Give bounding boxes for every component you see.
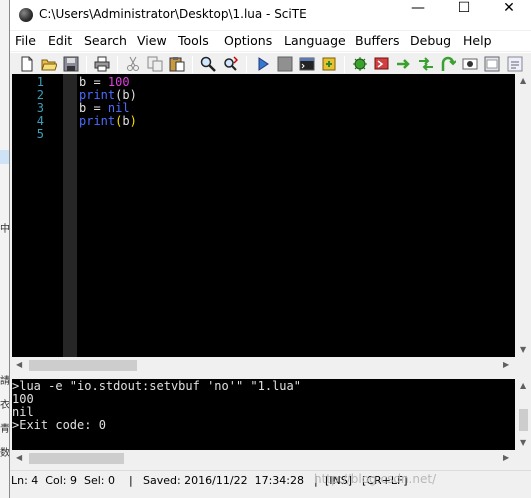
next-bookmark-icon[interactable]	[374, 56, 390, 72]
editor-vertical-scrollbar[interactable]: ▲ ▼	[515, 74, 531, 357]
new-file-icon[interactable]	[19, 56, 35, 72]
line-number: 5	[36, 127, 44, 141]
scrollbar-thumb[interactable]	[29, 360, 137, 371]
status-separator: |	[129, 474, 133, 487]
output-horizontal-scrollbar[interactable]: ◀ ▶	[12, 450, 515, 467]
menu-file[interactable]: File	[15, 33, 36, 48]
cut-icon[interactable]	[125, 56, 141, 72]
line-number-margin: 1 2 3 4 5	[12, 74, 63, 357]
scroll-down-arrow-icon[interactable]: ▼	[520, 345, 526, 354]
menu-bar: File Edit Search View Tools Options Lang…	[10, 31, 531, 51]
menu-help[interactable]: Help	[463, 33, 492, 48]
code-token: (b)	[115, 88, 137, 102]
output-line: >lua -e "io.stdout:setvbuf 'no'" "1.lua"	[12, 379, 301, 393]
bookmark-icon[interactable]	[352, 56, 368, 72]
code-token: )	[129, 114, 137, 128]
code-token: b =	[79, 101, 108, 115]
background-highlight	[0, 150, 9, 164]
scroll-right-arrow-icon[interactable]: ▶	[503, 360, 509, 369]
output-line: >Exit code: 0	[12, 418, 106, 432]
replace-icon[interactable]	[222, 56, 238, 72]
background-window-edge: 中 請 衣 青 数	[0, 0, 10, 498]
status-position: Ln: 4 Col: 9 Sel: 0	[11, 474, 115, 487]
editor-horizontal-scrollbar[interactable]: ◀ ▶	[12, 357, 515, 374]
code-token: b	[122, 114, 130, 128]
fold-margin[interactable]	[63, 74, 77, 357]
scite-window: C:\Users\Administrator\Desktop\1.lua - S…	[9, 0, 531, 498]
jump-icon[interactable]	[440, 56, 456, 72]
maximize-button[interactable]: ☐	[441, 0, 487, 30]
menu-view[interactable]: View	[137, 33, 167, 48]
menu-tools[interactable]: Tools	[178, 33, 209, 48]
toolbar	[10, 52, 531, 75]
output-vertical-scrollbar[interactable]: ▲ ▼	[515, 379, 531, 450]
scroll-up-arrow-icon[interactable]: ▲	[520, 381, 526, 390]
more-icon[interactable]	[507, 56, 523, 72]
build-icon[interactable]	[321, 56, 337, 72]
stop-icon[interactable]	[277, 56, 293, 72]
status-saved: Saved: 2016/11/22 17:34:28	[143, 474, 304, 487]
menu-search[interactable]: Search	[84, 33, 127, 48]
minimize-button[interactable]: —	[395, 0, 441, 30]
paste-icon[interactable]	[169, 56, 185, 72]
scrollbar-thumb[interactable]	[29, 453, 124, 464]
scroll-down-arrow-icon[interactable]: ▼	[520, 438, 526, 447]
menu-edit[interactable]: Edit	[48, 33, 72, 48]
code-line[interactable]: print(b)	[79, 115, 137, 128]
title-bar[interactable]: C:\Users\Administrator\Desktop\1.lua - S…	[10, 0, 531, 30]
find-icon[interactable]	[200, 56, 216, 72]
print-icon[interactable]	[94, 56, 110, 72]
code-token: print	[79, 114, 116, 128]
toggle-output-icon[interactable]	[462, 56, 478, 72]
menu-language[interactable]: Language	[284, 33, 346, 48]
scroll-left-arrow-icon[interactable]: ◀	[16, 360, 22, 369]
window-title: C:\Users\Administrator\Desktop\1.lua - S…	[39, 7, 307, 21]
code-token: 100	[107, 75, 130, 89]
menu-buffers[interactable]: Buffers	[355, 33, 399, 48]
code-editor[interactable]: 1 2 3 4 5 b = 100 print(b) b = nil print…	[12, 74, 515, 357]
previous-bookmark-icon[interactable]	[396, 56, 412, 72]
status-bar: Ln: 4 Col: 9 Sel: 0 | Saved: 2016/11/22 …	[10, 470, 531, 492]
scroll-left-arrow-icon[interactable]: ◀	[16, 453, 22, 462]
scroll-right-arrow-icon[interactable]: ▶	[503, 453, 509, 462]
scrollbar-thumb[interactable]	[519, 409, 528, 431]
scroll-up-arrow-icon[interactable]: ▲	[520, 76, 526, 85]
terminal-icon[interactable]	[299, 56, 315, 72]
compile-icon[interactable]	[255, 56, 271, 72]
save-icon[interactable]	[63, 56, 79, 72]
code-token: b =	[79, 75, 108, 89]
menu-options[interactable]: Options	[224, 33, 272, 48]
watermark: http://blog.csdn.net/	[314, 472, 437, 486]
copy-icon[interactable]	[147, 56, 163, 72]
close-button[interactable]: ✕	[486, 0, 531, 30]
scite-app-icon[interactable]	[19, 8, 33, 22]
open-folder-icon[interactable]	[41, 56, 57, 72]
code-token: print	[79, 88, 116, 102]
code-token: nil	[107, 101, 130, 115]
fullscreen-icon[interactable]	[484, 56, 500, 72]
menu-debug[interactable]: Debug	[410, 33, 451, 48]
output-pane[interactable]: >lua -e "io.stdout:setvbuf 'no'" "1.lua"…	[12, 379, 515, 450]
go-icon[interactable]	[418, 56, 434, 72]
